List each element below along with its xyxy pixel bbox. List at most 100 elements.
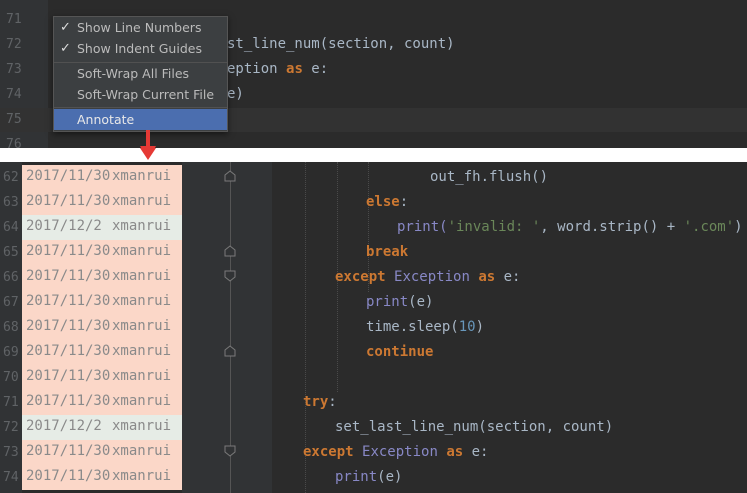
line-number: 74	[6, 87, 22, 102]
red-arrow-down-icon	[140, 130, 156, 148]
fold-end-icon[interactable]	[224, 170, 236, 182]
line-number: 73	[6, 62, 22, 77]
code-token: e:	[463, 444, 489, 460]
annotation-date: 2017/11/30	[26, 243, 111, 259]
code-line[interactable]: else:	[366, 194, 408, 210]
annotation-row[interactable]: 2017/11/30 xmanrui	[22, 440, 182, 465]
annotation-row[interactable]: 2017/12/2 xmanrui	[22, 415, 182, 440]
code-line[interactable]: time.sleep(10)	[366, 319, 484, 335]
line-number: 72	[6, 37, 22, 52]
annotation-author: xmanrui	[112, 318, 172, 334]
menu-item-label: Soft-Wrap Current File	[77, 87, 215, 102]
string-token: '.com'	[683, 219, 735, 235]
annotation-row[interactable]: 2017/11/30 xmanrui	[22, 165, 182, 190]
line-number: 76	[6, 137, 22, 148]
annotation-date: 2017/11/30	[26, 368, 111, 384]
annotation-date: 2017/11/30	[26, 293, 111, 309]
code-token: eption	[227, 61, 287, 77]
menu-item-annotate[interactable]: Annotate	[54, 109, 227, 130]
annotation-row[interactable]: 2017/11/30 xmanrui	[22, 315, 182, 340]
annotation-row[interactable]: 2017/11/30 xmanrui	[22, 390, 182, 415]
checkmark-icon: ✓	[60, 41, 71, 56]
code-token: time.sleep(	[366, 319, 459, 335]
line-number: 62	[3, 170, 19, 185]
fold-end-icon[interactable]	[224, 345, 236, 357]
annotation-author: xmanrui	[112, 443, 172, 459]
menu-item-label: Show Indent Guides	[77, 41, 202, 56]
code-line[interactable]: print(e)	[335, 469, 402, 485]
annotation-row[interactable]: 2017/12/2 xmanrui	[22, 215, 182, 240]
annotation-date: 2017/11/30	[26, 443, 111, 459]
line-number: 67	[3, 295, 19, 310]
line-number: 72	[3, 420, 19, 435]
line-number: 70	[3, 370, 19, 385]
line-number: 65	[3, 245, 19, 260]
menu-item-show-indent-guides[interactable]: ✓ Show Indent Guides	[54, 38, 227, 59]
annotation-row[interactable]: 2017/11/30 xmanrui	[22, 465, 182, 490]
annotation-date: 2017/11/30	[26, 343, 111, 359]
code-line[interactable]: except Exception as e:	[303, 444, 488, 460]
top-editor-screenshot: 71 72 73 74 75 76 st_line_num(section, c…	[0, 0, 747, 148]
annotation-author: xmanrui	[112, 168, 172, 184]
code-token: e:	[495, 269, 521, 285]
code-line[interactable]: try:	[303, 394, 337, 410]
line-number: 64	[3, 220, 19, 235]
code-line[interactable]: set_last_line_num(section, count)	[335, 419, 613, 435]
code-line[interactable]: except Exception as e:	[335, 269, 520, 285]
menu-item-soft-wrap-all-files[interactable]: Soft-Wrap All Files	[54, 63, 227, 84]
code-token: )	[475, 319, 485, 335]
code-line[interactable]: out_fh.flush()	[430, 169, 548, 185]
code-line[interactable]: eption as e:	[227, 61, 328, 77]
code-line[interactable]: e)	[227, 86, 244, 102]
annotation-author: xmanrui	[112, 418, 172, 434]
code-line[interactable]: st_line_num(section, count)	[227, 36, 455, 52]
line-number: 66	[3, 270, 19, 285]
annotation-row[interactable]: 2017/11/30 xmanrui	[22, 265, 182, 290]
keyword-token: break	[366, 244, 409, 260]
menu-item-soft-wrap-current-file[interactable]: Soft-Wrap Current File	[54, 84, 227, 105]
annotation-author: xmanrui	[112, 368, 172, 384]
annotation-date: 2017/11/30	[26, 168, 111, 184]
annotation-date: 2017/11/30	[26, 268, 111, 284]
annotation-date: 2017/11/30	[26, 393, 111, 409]
code-token: (e)	[377, 469, 403, 485]
fold-end-icon[interactable]	[224, 245, 236, 257]
string-token: 'invalid: '	[447, 219, 541, 235]
annotation-author: xmanrui	[112, 268, 172, 284]
builtin-token: print(	[397, 219, 448, 235]
keyword-token: continue	[366, 344, 434, 360]
code-line[interactable]: print(e)	[366, 294, 433, 310]
annotation-row[interactable]: 2017/11/30 xmanrui	[22, 290, 182, 315]
code-line[interactable]: break	[366, 244, 408, 260]
menu-item-label: Annotate	[77, 112, 135, 127]
builtin-token: print	[366, 294, 409, 310]
annotation-author: xmanrui	[112, 243, 172, 259]
code-line[interactable]: print('invalid: ', word.strip() + '.com'…	[397, 219, 743, 235]
red-arrow-head-icon	[140, 148, 156, 160]
annotation-row[interactable]: 2017/11/30 xmanrui	[22, 190, 182, 215]
code-line[interactable]: continue	[366, 344, 433, 360]
code-token: :	[328, 394, 337, 410]
bottom-editor-screenshot: 62 63 64 65 66 67 68 69 70 71 72 73 74 2…	[0, 162, 747, 493]
line-number: 68	[3, 320, 19, 335]
annotation-column: 2017/11/30 xmanrui 2017/11/30 xmanrui 2017…	[22, 162, 182, 493]
line-number: 71	[6, 12, 22, 27]
keyword-token: as	[446, 444, 464, 460]
menu-separator	[54, 107, 227, 108]
annotation-author: xmanrui	[112, 468, 172, 484]
fold-start-icon[interactable]	[224, 270, 236, 282]
menu-item-show-line-numbers[interactable]: ✓ Show Line Numbers	[54, 17, 227, 38]
builtin-token: Exception	[394, 269, 479, 285]
builtin-token: print	[335, 469, 378, 485]
keyword-token: try	[303, 394, 329, 410]
annotation-row[interactable]: 2017/11/30 xmanrui	[22, 340, 182, 365]
fold-start-icon[interactable]	[224, 445, 236, 457]
code-token: :	[399, 194, 409, 210]
annotation-date: 2017/11/30	[26, 318, 111, 334]
annotation-date: 2017/11/30	[26, 468, 111, 484]
number-token: 10	[458, 319, 476, 335]
annotation-row[interactable]: 2017/11/30 xmanrui	[22, 240, 182, 265]
keyword-token: else	[366, 194, 400, 210]
annotation-author: xmanrui	[112, 193, 172, 209]
annotation-row[interactable]: 2017/11/30 xmanrui	[22, 365, 182, 390]
